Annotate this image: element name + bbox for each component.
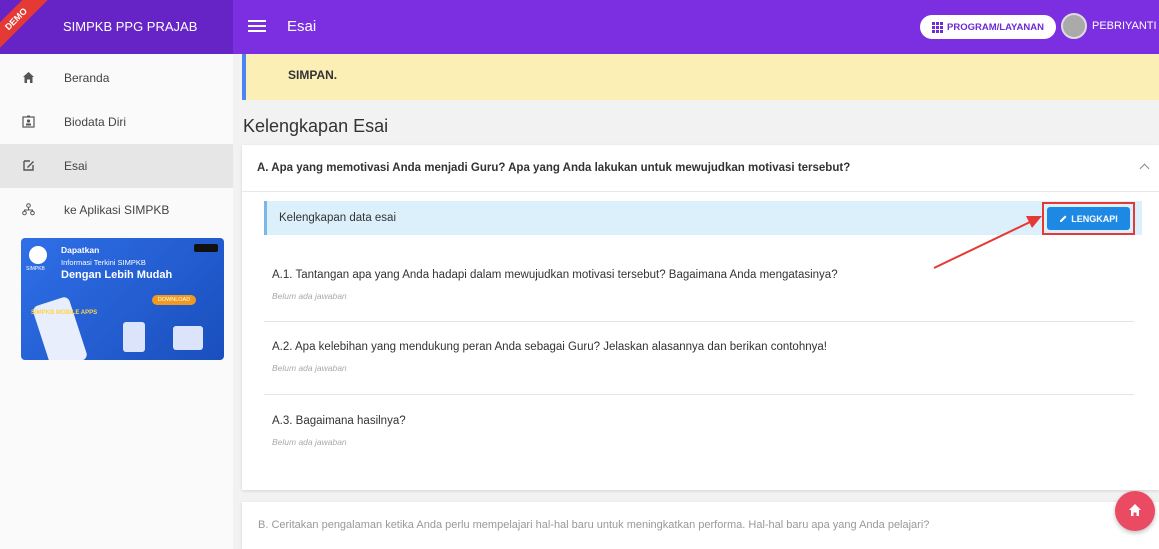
mobile-app-banner[interactable]: SIMPKB Dapatkan Informasi Terkini SIMPKB… (21, 238, 224, 360)
lengkapi-label: LENGKAPI (1071, 213, 1118, 224)
home-icon (1129, 504, 1141, 516)
banner-title: Dapatkan (61, 245, 100, 255)
chevron-up-icon[interactable] (1139, 163, 1150, 174)
banner-download-button[interactable]: DOWNLOAD (152, 295, 196, 305)
banner-logo-text: SIMPKB (26, 266, 45, 272)
page-title: Esai (287, 18, 317, 35)
question-item: A.1. Tantangan apa yang Anda hadapi dala… (272, 269, 1126, 301)
essay-panel-b[interactable]: B. Ceritakan pengalaman ketika Anda perl… (242, 502, 1159, 549)
avatar (1061, 13, 1087, 39)
sidebar-item-label: Beranda (64, 71, 110, 85)
divider (264, 321, 1134, 322)
pencil-icon (1060, 215, 1067, 222)
completeness-info-bar: Kelengkapan data esai (264, 201, 1142, 235)
question-text: A.2. Apa kelebihan yang mendukung peran … (272, 341, 827, 353)
edit-icon (21, 159, 35, 173)
card-illustration (173, 326, 203, 350)
notice-alert: SIMPAN. (242, 54, 1159, 100)
network-icon (21, 203, 35, 217)
sidebar-item-label: Esai (64, 159, 88, 173)
banner-headline: Dengan Lebih Mudah (61, 269, 173, 281)
banner-apps-label: SIMPKB MOBILE APPS (31, 310, 98, 316)
user-name: PEBRIYANTI (1092, 20, 1157, 32)
program-layanan-button[interactable]: PROGRAM/LAYANAN (920, 15, 1056, 39)
completeness-label: Kelengkapan data esai (279, 212, 397, 224)
phone-illustration (31, 295, 89, 360)
answer-placeholder: Belum ada jawaban (272, 437, 347, 447)
user-menu[interactable]: PEBRIYANTI (1061, 13, 1157, 39)
sidebar-item-simpkb[interactable]: ke Aplikasi SIMPKB (0, 188, 233, 232)
sidebar-item-beranda[interactable]: Beranda (0, 56, 233, 100)
divider (264, 394, 1134, 395)
sidebar-item-biodata[interactable]: Biodata Diri (0, 100, 233, 144)
lengkapi-button[interactable]: LENGKAPI (1047, 207, 1130, 230)
brand-title[interactable]: SIMPKB PPG PRAJAB (63, 0, 197, 54)
answer-placeholder: Belum ada jawaban (272, 291, 347, 301)
essay-panel-a: A. Apa yang memotivasi Anda menjadi Guru… (242, 145, 1159, 490)
demo-ribbon: DEMO (0, 0, 51, 54)
brand-area: DEMO SIMPKB PPG PRAJAB (0, 0, 233, 54)
answer-placeholder: Belum ada jawaban (272, 363, 347, 373)
question-item: A.3. Bagaimana hasilnya? Belum ada jawab… (272, 415, 1126, 447)
sidebar-item-label: ke Aplikasi SIMPKB (64, 203, 170, 217)
question-text: A.1. Tantangan apa yang Anda hadapi dala… (272, 269, 838, 281)
card-illustration (123, 322, 145, 352)
panel-a-title: A. Apa yang memotivasi Anda menjadi Guru… (257, 162, 851, 174)
google-play-badge (194, 244, 218, 252)
simpkb-logo (29, 246, 47, 264)
banner-subtitle: Informasi Terkini SIMPKB (61, 258, 146, 267)
top-app-bar: DEMO SIMPKB PPG PRAJAB Esai PROGRAM/LAYA… (0, 0, 1159, 54)
question-item: A.2. Apa kelebihan yang mendukung peran … (272, 341, 1126, 373)
program-layanan-label: PROGRAM/LAYANAN (947, 21, 1044, 33)
sidebar-item-label: Biodata Diri (64, 115, 127, 129)
hamburger-menu-icon[interactable] (248, 17, 266, 37)
notice-text: SIMPAN. (288, 68, 338, 82)
sidebar: Beranda Biodata Diri Esai ke Aplikasi SI… (0, 54, 233, 549)
panel-b-title: B. Ceritakan pengalaman ketika Anda perl… (258, 519, 930, 531)
section-title: Kelengkapan Esai (243, 116, 389, 136)
panel-a-header[interactable]: A. Apa yang memotivasi Anda menjadi Guru… (242, 145, 1159, 192)
home-icon (21, 71, 35, 85)
question-text: A.3. Bagaimana hasilnya? (272, 415, 406, 427)
grid-icon (932, 21, 944, 33)
sidebar-item-esai[interactable]: Esai (0, 144, 233, 188)
id-card-icon (21, 115, 35, 129)
home-fab-button[interactable] (1115, 491, 1155, 531)
